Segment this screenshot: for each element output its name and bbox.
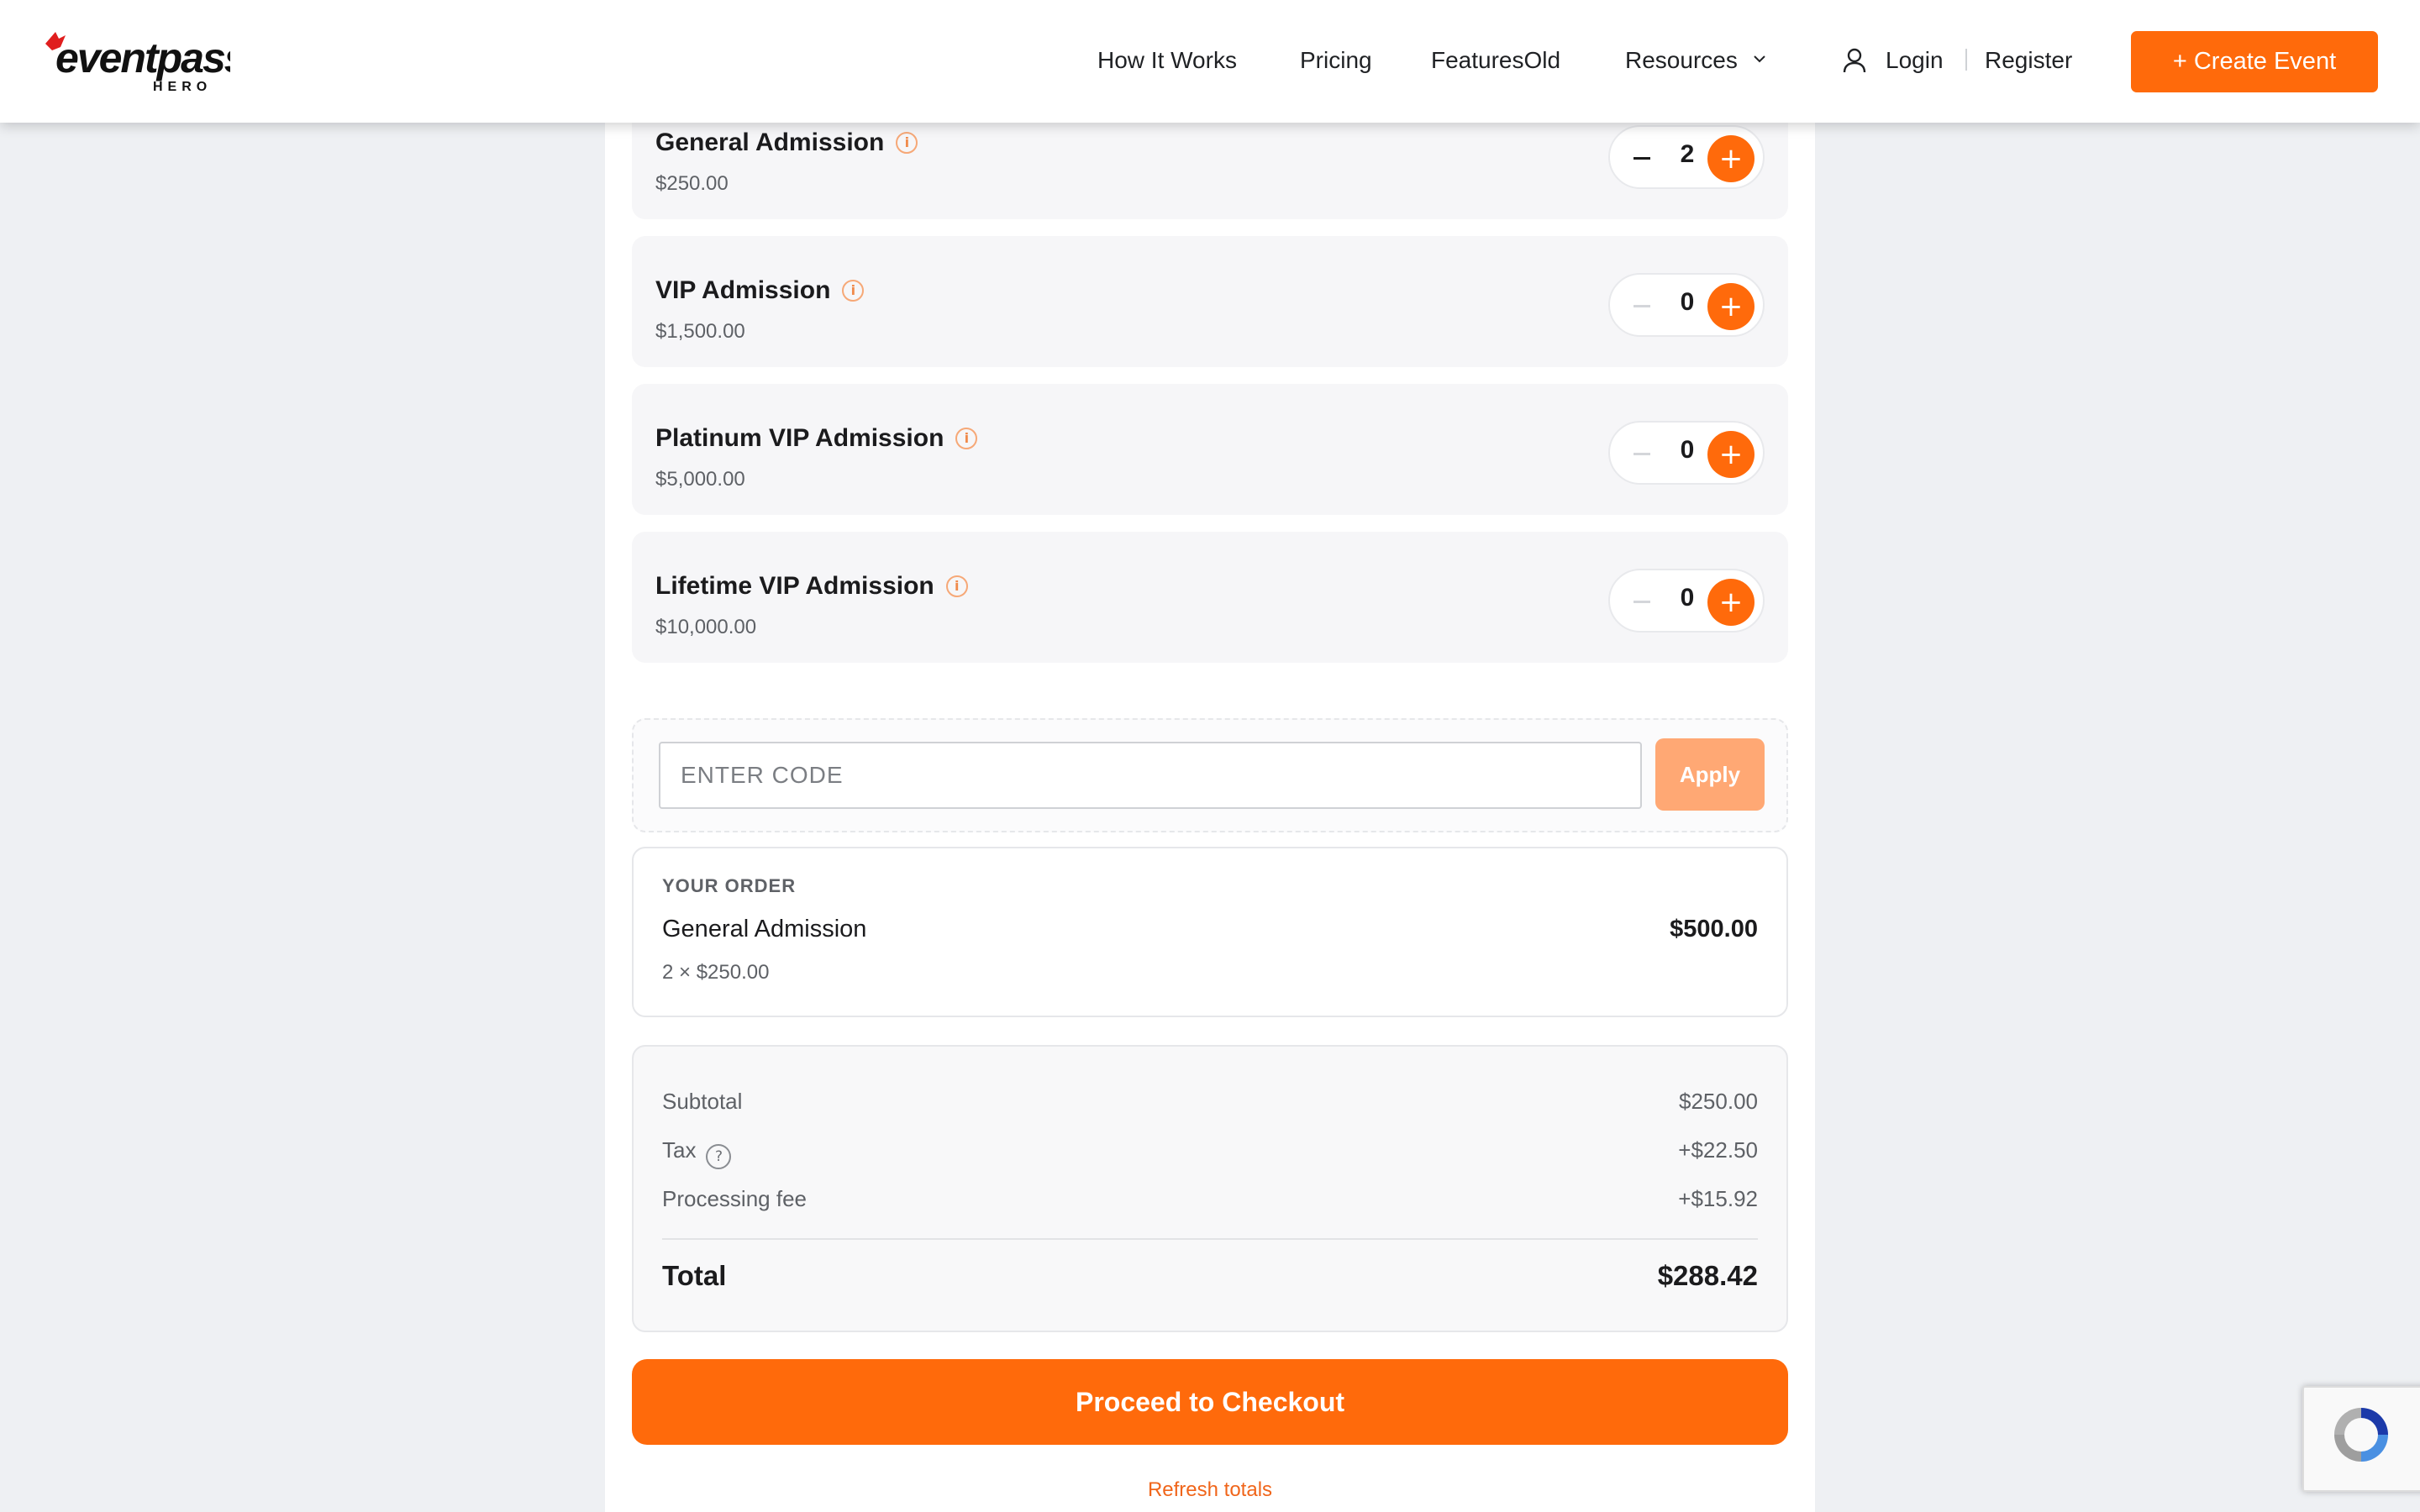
totals-box: Subtotal $250.00 Tax? +$22.50 Processing…: [632, 1045, 1788, 1332]
tax-value: +$22.50: [1678, 1137, 1758, 1163]
order-summary: YOUR ORDER General Admission $500.00 2 ×…: [632, 847, 1788, 1017]
increment-button[interactable]: +: [1707, 135, 1754, 182]
ticket-price: $5,000.00: [655, 468, 745, 491]
ticket-name: General Admission i: [655, 129, 918, 157]
totals-divider: [662, 1238, 1758, 1240]
decrement-button[interactable]: [1634, 157, 1650, 160]
nav-resources[interactable]: Resources: [1625, 44, 1738, 77]
total-label: Total: [662, 1260, 727, 1291]
quantity-stepper: 0 +: [1608, 569, 1765, 633]
recaptcha-icon: [2334, 1408, 2388, 1462]
quantity-stepper: 0 +: [1608, 273, 1765, 337]
register-link[interactable]: Register: [1985, 44, 2072, 77]
quantity-value: 0: [1680, 436, 1695, 464]
login-link[interactable]: Login: [1886, 44, 1944, 77]
user-icon: [1843, 48, 1866, 73]
nav-features-old[interactable]: FeaturesOld: [1431, 44, 1560, 77]
create-event-button[interactable]: + Create Event: [2131, 31, 2378, 92]
order-item-name: General Admission: [662, 916, 867, 942]
checkout-button[interactable]: Proceed to Checkout: [632, 1359, 1788, 1445]
increment-button[interactable]: +: [1707, 579, 1754, 626]
promo-code-input[interactable]: [659, 742, 1642, 809]
increment-button[interactable]: +: [1707, 283, 1754, 330]
tax-label: Tax?: [662, 1137, 732, 1169]
ticket-price: $10,000.00: [655, 616, 757, 638]
info-icon[interactable]: i: [955, 428, 978, 449]
info-icon[interactable]: i: [842, 280, 865, 302]
total-value: $288.42: [1657, 1260, 1758, 1291]
info-icon[interactable]: i: [945, 575, 968, 597]
subtotal-label: Subtotal: [662, 1089, 743, 1114]
subtotal-value: $250.00: [1679, 1089, 1758, 1114]
quantity-value: 2: [1680, 140, 1695, 168]
ticket-name: Lifetime VIP Admission i: [655, 572, 968, 601]
order-item-amount: $500.00: [1670, 916, 1758, 942]
order-heading: YOUR ORDER: [662, 875, 797, 896]
ticket-row-lifetime-vip: Lifetime VIP Admission i $10,000.00 0 +: [632, 532, 1788, 663]
logo-text: eventpass: [55, 34, 230, 81]
nav-separator: [1965, 49, 1967, 71]
refresh-totals-link[interactable]: Refresh totals: [632, 1478, 1788, 1502]
decrement-button[interactable]: [1634, 453, 1650, 455]
quantity-value: 0: [1680, 288, 1695, 316]
site-header: eventpass HERO How It Works Pricing Feat…: [0, 0, 2420, 123]
quantity-stepper: 2 +: [1608, 125, 1765, 189]
fee-value: +$15.92: [1678, 1186, 1758, 1211]
ticket-price: $1,500.00: [655, 320, 745, 343]
chevron-down-icon: [1754, 55, 1765, 63]
fee-label: Processing fee: [662, 1186, 807, 1211]
quantity-stepper: 0 +: [1608, 421, 1765, 485]
decrement-button[interactable]: [1634, 601, 1650, 603]
order-item-detail: 2 × $250.00: [662, 961, 770, 984]
nav-pricing[interactable]: Pricing: [1300, 44, 1372, 77]
promo-code-box: Apply: [632, 718, 1788, 832]
ticket-name: Platinum VIP Admission i: [655, 424, 978, 453]
apply-button[interactable]: Apply: [1655, 738, 1765, 811]
info-icon[interactable]: i: [896, 132, 918, 154]
decrement-button[interactable]: [1634, 305, 1650, 307]
question-icon[interactable]: ?: [706, 1144, 732, 1169]
nav-how-it-works[interactable]: How It Works: [1097, 44, 1237, 77]
logo-subtext: HERO: [153, 80, 212, 94]
ticket-row-platinum-vip: Platinum VIP Admission i $5,000.00 0 +: [632, 384, 1788, 515]
ticket-price: $250.00: [655, 172, 729, 195]
increment-button[interactable]: +: [1707, 431, 1754, 478]
ticket-name: VIP Admission i: [655, 276, 865, 305]
recaptcha-badge[interactable]: [2302, 1386, 2420, 1492]
quantity-value: 0: [1680, 584, 1695, 612]
ticket-row-vip: VIP Admission i $1,500.00 0 +: [632, 236, 1788, 367]
eventpass-logo[interactable]: eventpass HERO: [40, 25, 249, 94]
